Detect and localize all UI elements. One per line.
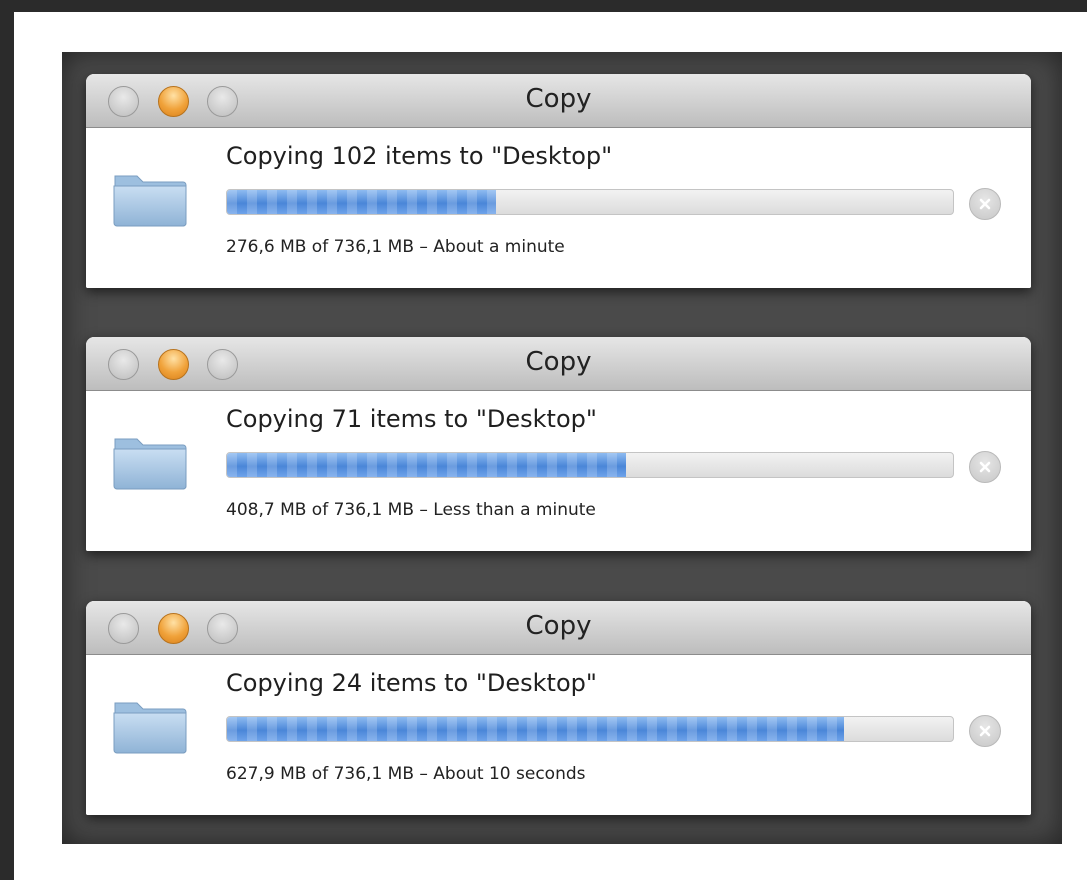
title-bar[interactable]: Copy <box>86 74 1031 128</box>
copy-status: 408,7 MB of 736,1 MB – Less than a minut… <box>226 500 596 520</box>
folder-icon <box>113 702 187 754</box>
progress-fill <box>227 453 627 477</box>
folder-icon <box>113 438 187 490</box>
window-title: Copy <box>525 611 592 641</box>
progress-fill <box>227 717 845 741</box>
folder-icon <box>113 175 187 227</box>
copy-status: 627,9 MB of 736,1 MB – About 10 seconds <box>226 764 586 784</box>
progress-bar <box>226 452 954 478</box>
progress-bar <box>226 189 954 215</box>
copy-heading: Copying 71 items to "Desktop" <box>226 405 597 433</box>
copy-heading: Copying 102 items to "Desktop" <box>226 142 613 170</box>
window-title: Copy <box>525 84 592 114</box>
copy-window: Copy Copying 102 items to "Desktop" 276,… <box>86 74 1031 288</box>
stop-icon <box>979 198 991 210</box>
copy-window: Copy Copying 24 items to "Desktop" 627,9… <box>86 601 1031 815</box>
stop-icon <box>979 725 991 737</box>
progress-bar <box>226 716 954 742</box>
stop-button[interactable] <box>969 451 1001 483</box>
title-bar[interactable]: Copy <box>86 601 1031 655</box>
window-content: Copying 24 items to "Desktop" 627,9 MB o… <box>86 655 1031 815</box>
copy-status: 276,6 MB of 736,1 MB – About a minute <box>226 237 565 257</box>
copy-windows-panel: Copy Copying 102 items to "Desktop" 276,… <box>62 52 1062 844</box>
page-background: Copy Copying 102 items to "Desktop" 276,… <box>14 12 1087 880</box>
copy-heading: Copying 24 items to "Desktop" <box>226 669 597 697</box>
stop-icon <box>979 461 991 473</box>
stop-button[interactable] <box>969 188 1001 220</box>
progress-fill <box>227 190 496 214</box>
window-content: Copying 102 items to "Desktop" 276,6 MB … <box>86 128 1031 288</box>
window-title: Copy <box>525 347 592 377</box>
window-content: Copying 71 items to "Desktop" 408,7 MB o… <box>86 391 1031 551</box>
copy-window: Copy Copying 71 items to "Desktop" 408,7… <box>86 337 1031 551</box>
title-bar[interactable]: Copy <box>86 337 1031 391</box>
stop-button[interactable] <box>969 715 1001 747</box>
